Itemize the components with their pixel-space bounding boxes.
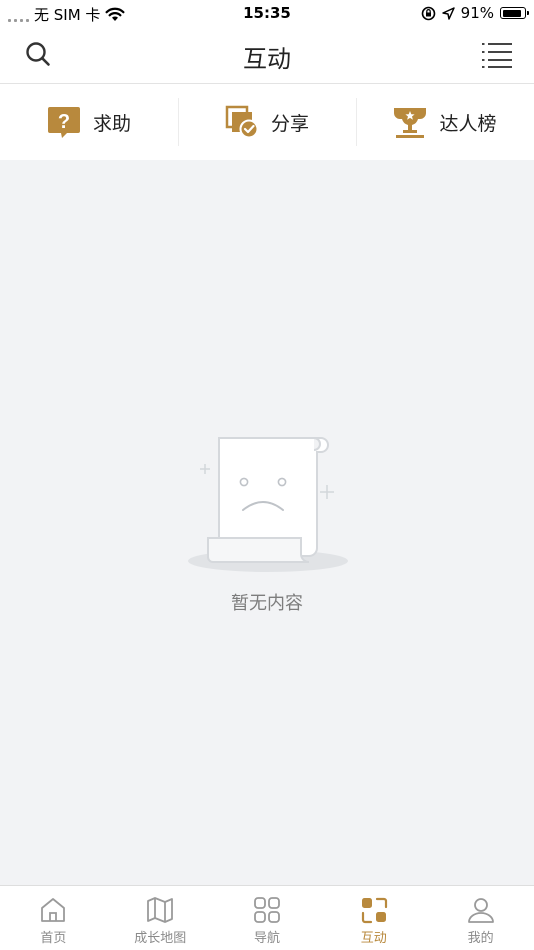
list-menu-icon[interactable] (482, 40, 512, 68)
action-leaderboard-label: 达人榜 (439, 112, 497, 135)
trophy-icon (394, 108, 427, 138)
action-leaderboard[interactable]: 达人榜 (356, 84, 534, 160)
home-icon (41, 898, 66, 922)
orientation-lock-icon (421, 6, 435, 20)
tab-navigation-label: 导航 (253, 931, 280, 946)
action-share-label: 分享 (270, 112, 309, 135)
user-icon (467, 898, 494, 923)
action-help-label: 求助 (92, 112, 131, 135)
location-arrow-icon (441, 6, 455, 20)
page-title: 互动 (243, 45, 291, 73)
interact-icon (361, 897, 387, 924)
tab-mine[interactable]: 我的 (427, 886, 534, 950)
tab-home[interactable]: 首页 (0, 886, 107, 950)
status-right: 91% (421, 4, 529, 22)
battery-icon (500, 7, 529, 19)
bottom-tab-bar: 首页 成长地图 导航 互动 我的 (0, 885, 534, 950)
battery-percent: 91% (460, 4, 494, 22)
tab-navigation[interactable]: 导航 (214, 886, 321, 950)
action-row: ? 求助 分享 达人榜 (0, 84, 534, 160)
tab-interact[interactable]: 互动 (320, 886, 427, 950)
tab-home-label: 首页 (40, 931, 67, 946)
map-icon (147, 897, 174, 923)
action-share[interactable]: 分享 (178, 84, 356, 160)
share-check-icon (225, 105, 259, 139)
tab-interact-label: 互动 (360, 931, 387, 946)
tab-growth-map[interactable]: 成长地图 (107, 886, 214, 950)
status-bar: 无 SIM 卡 15:35 91% (0, 0, 534, 26)
tab-growth-map-label: 成长地图 (134, 931, 187, 946)
tab-mine-label: 我的 (467, 931, 494, 946)
empty-state-text: 暂无内容 (231, 593, 303, 614)
help-question-icon: ? (47, 107, 80, 138)
action-help[interactable]: ? 求助 (0, 84, 178, 160)
sad-scroll-icon (188, 437, 348, 572)
svg-text:?: ? (58, 111, 70, 133)
grid-icon (254, 897, 280, 923)
top-nav-bar: 互动 (0, 26, 534, 84)
